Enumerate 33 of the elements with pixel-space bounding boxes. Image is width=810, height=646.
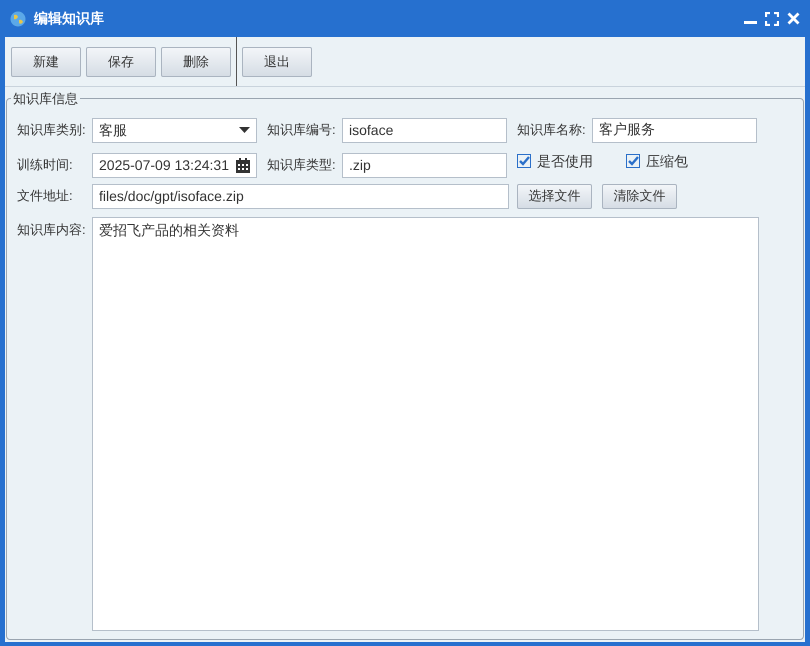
content-textarea[interactable]: 爱招飞产品的相关资料 bbox=[92, 216, 759, 631]
group-title: 知识库信息 bbox=[12, 90, 79, 108]
field-label: 知识库名称: bbox=[517, 121, 587, 140]
checkbox-label: 压缩包 bbox=[646, 152, 688, 170]
field-label: 文件地址: bbox=[17, 187, 74, 206]
input-field[interactable]: 客服 bbox=[92, 118, 257, 142]
field-label: 知识库类别: bbox=[17, 121, 87, 140]
checkmark-icon bbox=[627, 155, 639, 167]
maximize-icon[interactable] bbox=[765, 12, 779, 26]
input-field[interactable]: 2025-07-09 13:24:31 bbox=[92, 152, 257, 178]
window-title: 编辑知识库 bbox=[34, 9, 105, 28]
field-label: 知识库编号: bbox=[267, 121, 337, 140]
toolbar-button[interactable]: 保存 bbox=[86, 46, 156, 76]
checkbox[interactable] bbox=[517, 154, 531, 168]
toolbar-button[interactable]: 删除 bbox=[161, 46, 231, 76]
field-label: 训练时间: bbox=[17, 156, 74, 174]
close-icon[interactable] bbox=[787, 12, 800, 25]
checkbox[interactable] bbox=[626, 154, 640, 168]
calendar-icon[interactable] bbox=[236, 158, 250, 172]
field-label: 知识库内容: bbox=[17, 220, 87, 238]
toolbar-button[interactable]: 退出 bbox=[242, 46, 312, 76]
toolbar-button[interactable]: 新建 bbox=[11, 46, 81, 76]
input-field[interactable]: isoface bbox=[342, 118, 507, 142]
checkbox-label: 是否使用 bbox=[537, 152, 593, 170]
field-label: 知识库类型: bbox=[267, 156, 337, 174]
file-button[interactable]: 清除文件 bbox=[602, 184, 677, 208]
file-button[interactable]: 选择文件 bbox=[517, 184, 592, 208]
globe-icon bbox=[10, 10, 26, 26]
input-field[interactable]: 客户服务 bbox=[592, 118, 757, 142]
input-field[interactable]: files/doc/gpt/isoface.zip bbox=[92, 184, 509, 208]
input-field[interactable]: .zip bbox=[342, 152, 507, 178]
dropdown-caret-icon[interactable] bbox=[239, 127, 250, 133]
checkmark-icon bbox=[518, 155, 530, 167]
